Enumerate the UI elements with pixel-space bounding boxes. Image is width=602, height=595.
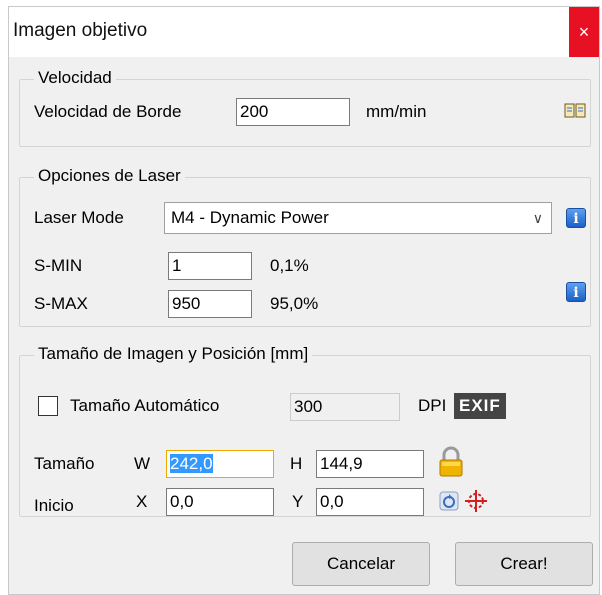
width-label: W bbox=[134, 454, 151, 473]
x-input[interactable]: 0,0 bbox=[166, 488, 274, 516]
chevron-down-icon: ∨ bbox=[532, 210, 543, 226]
image-size-legend: Tamaño de Imagen y Posición [mm] bbox=[34, 344, 313, 364]
window-title: Imagen objetivo bbox=[13, 20, 148, 41]
smax-input[interactable]: 950 bbox=[168, 290, 252, 318]
smin-input[interactable]: 1 bbox=[168, 252, 252, 280]
cancel-button[interactable]: Cancelar bbox=[292, 542, 430, 586]
start-label: Inicio bbox=[34, 496, 74, 515]
laser-mode-label: Laser Mode bbox=[34, 208, 124, 227]
size-label: Tamaño bbox=[34, 454, 95, 473]
book-icon[interactable] bbox=[564, 102, 586, 125]
smin-label: S-MIN bbox=[34, 256, 83, 275]
lock-icon[interactable] bbox=[438, 446, 464, 483]
dpi-label: DPI bbox=[418, 396, 447, 415]
edge-speed-label: Velocidad de Borde bbox=[34, 102, 182, 121]
smax-label: S-MAX bbox=[34, 294, 88, 313]
image-size-group: Tamaño de Imagen y Posición [mm] Tamaño … bbox=[19, 344, 591, 518]
dpi-input[interactable]: 300 bbox=[290, 393, 400, 421]
height-input[interactable]: 144,9 bbox=[316, 450, 424, 478]
width-input[interactable]: 242,0 bbox=[166, 450, 274, 478]
edge-speed-unit: mm/min bbox=[366, 102, 427, 121]
title-bar[interactable]: Imagen objetivo × bbox=[9, 7, 599, 57]
laser-mode-info-icon[interactable]: i bbox=[566, 208, 586, 228]
width-value: 242,0 bbox=[170, 454, 213, 473]
exif-button[interactable]: EXIF bbox=[454, 393, 506, 419]
laser-mode-select[interactable]: M4 - Dynamic Power ∨ bbox=[164, 202, 552, 234]
laser-options-legend: Opciones de Laser bbox=[34, 166, 185, 186]
create-button[interactable]: Crear! bbox=[455, 542, 593, 586]
smin-smax-info-icon[interactable]: i bbox=[566, 282, 586, 302]
dialog-window: Imagen objetivo × Velocidad Velocidad de… bbox=[8, 6, 600, 595]
x-label: X bbox=[136, 492, 148, 511]
y-input[interactable]: 0,0 bbox=[316, 488, 424, 516]
smax-percent: 95,0% bbox=[270, 294, 319, 313]
auto-size-label[interactable]: Tamaño Automático bbox=[70, 396, 219, 416]
laser-mode-value: M4 - Dynamic Power bbox=[171, 208, 329, 227]
height-label: H bbox=[290, 454, 303, 473]
reset-position-icon[interactable] bbox=[438, 490, 460, 517]
velocidad-group: Velocidad Velocidad de Borde 200 mm/min bbox=[19, 68, 591, 147]
close-button[interactable]: × bbox=[569, 7, 599, 57]
smin-percent: 0,1% bbox=[270, 256, 309, 275]
laser-options-group: Opciones de Laser Laser Mode M4 - Dynami… bbox=[19, 166, 591, 327]
velocidad-legend: Velocidad bbox=[34, 68, 116, 88]
edge-speed-input[interactable]: 200 bbox=[236, 98, 350, 126]
close-icon: × bbox=[578, 22, 590, 42]
y-label: Y bbox=[292, 492, 304, 511]
auto-size-checkbox[interactable] bbox=[38, 396, 58, 416]
center-target-icon[interactable] bbox=[464, 489, 488, 518]
